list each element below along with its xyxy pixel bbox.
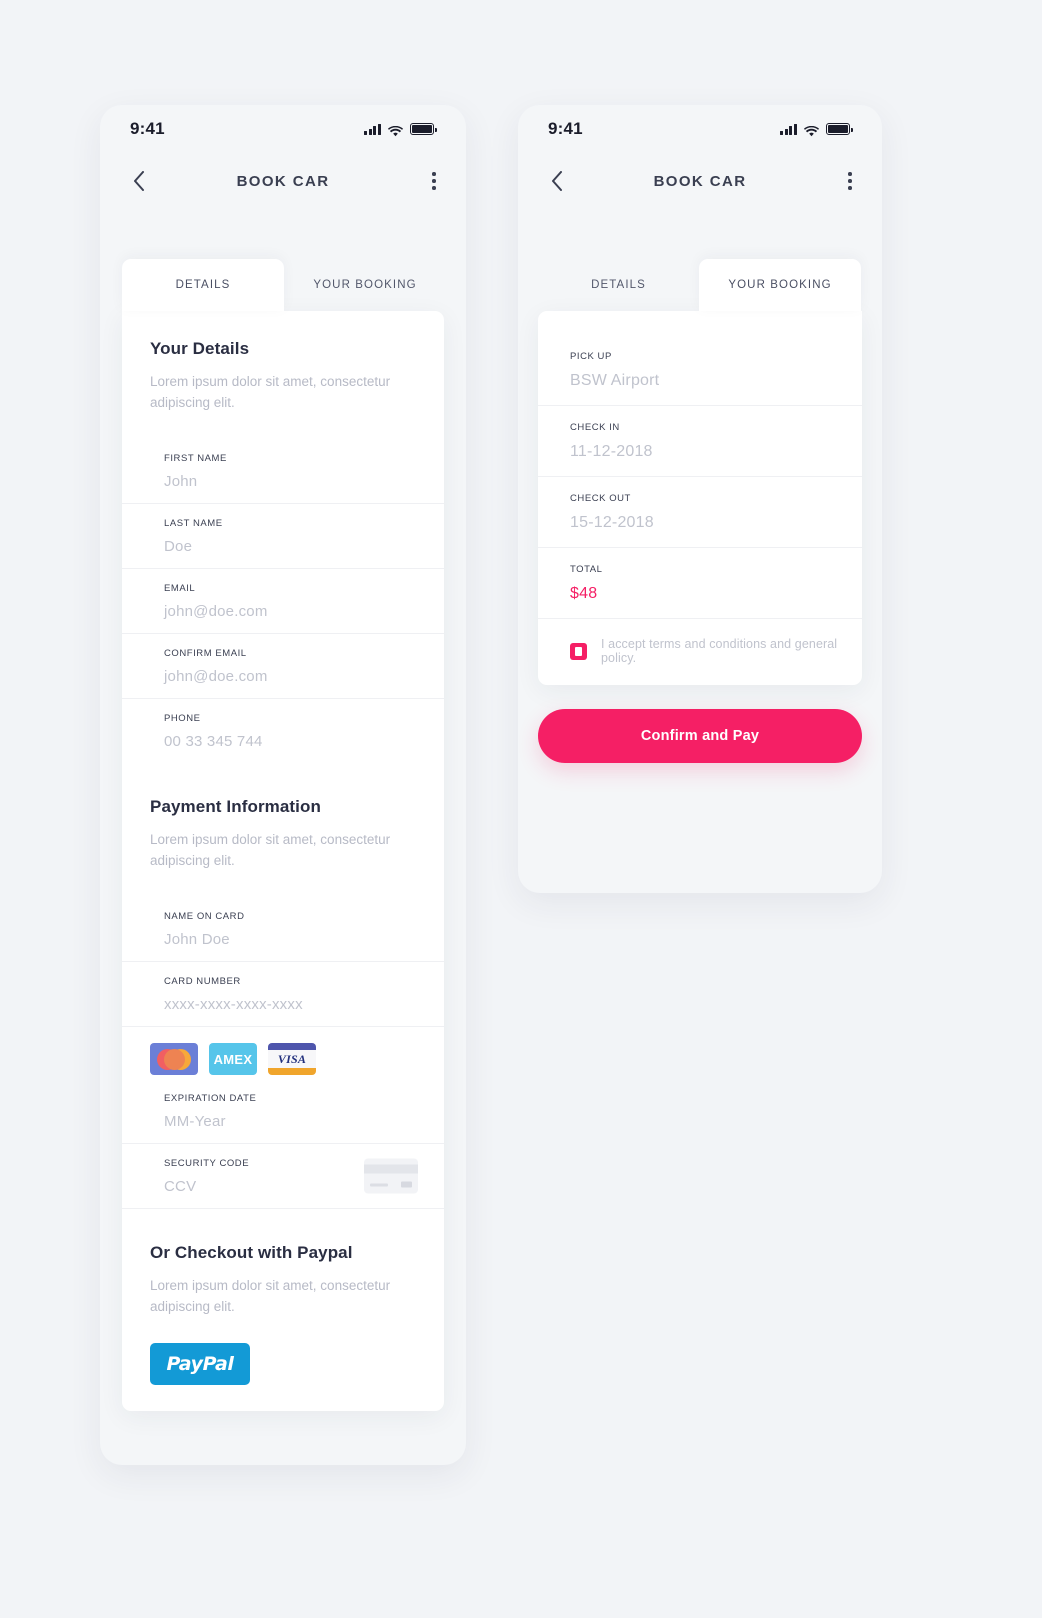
field-check-in[interactable]: CHECK IN 11-12-2018 — [538, 406, 862, 477]
field-label: CONFIRM EMAIL — [164, 648, 247, 659]
terms-checkbox[interactable] — [570, 642, 587, 660]
credit-card-back-icon — [364, 1158, 418, 1194]
terms-label: I accept terms and conditions and genera… — [601, 637, 838, 665]
your-details-subtitle: Lorem ipsum dolor sit amet, consectetur … — [150, 374, 391, 410]
field-value: John — [164, 473, 198, 490]
nav-bar: BOOK CAR — [100, 153, 466, 209]
field-label: CARD NUMBER — [164, 976, 241, 987]
status-bar-icons — [780, 123, 853, 136]
field-value: xxxx-xxxx-xxxx-xxxx — [164, 996, 303, 1013]
field-label: NAME ON CARD — [164, 911, 245, 922]
field-confirm-email[interactable]: CONFIRM EMAIL john@doe.com — [122, 634, 444, 699]
field-label: FIRST NAME — [164, 453, 227, 464]
field-value: 00 33 345 744 — [164, 733, 263, 750]
phone-mockup-booking: 9:41 BOOK CAR DETAILS YOUR BOOKING PICK … — [518, 105, 882, 893]
terms-row: I accept terms and conditions and genera… — [538, 619, 862, 685]
page-title: BOOK CAR — [653, 172, 747, 190]
page-title: BOOK CAR — [236, 172, 330, 190]
back-button[interactable] — [126, 168, 152, 194]
field-phone[interactable]: PHONE 00 33 345 744 — [122, 699, 444, 763]
phone-mockup-details: 9:41 BOOK CAR DETAILS YOUR BOOKING Your … — [100, 105, 466, 1465]
field-value: BSW Airport — [570, 372, 660, 389]
amex-icon[interactable]: AMEX — [209, 1043, 257, 1075]
wifi-icon — [804, 124, 819, 136]
field-value: Doe — [164, 538, 193, 555]
field-label: EMAIL — [164, 583, 196, 594]
details-card: Your Details Lorem ipsum dolor sit amet,… — [122, 311, 444, 1411]
paypal-subtitle: Lorem ipsum dolor sit amet, consectetur … — [150, 1278, 391, 1314]
field-name-on-card[interactable]: NAME ON CARD John Doe — [122, 897, 444, 962]
mastercard-icon[interactable] — [150, 1043, 198, 1075]
signal-bars-icon — [780, 123, 797, 135]
tab-your-booking[interactable]: YOUR BOOKING — [699, 259, 861, 311]
payment-information-heading: Payment Information — [150, 797, 321, 816]
total-amount: $48 — [570, 585, 598, 602]
tab-details[interactable]: DETAILS — [538, 259, 699, 311]
wifi-icon — [388, 124, 403, 136]
field-label: EXPIRATION DATE — [164, 1093, 257, 1104]
field-label: CHECK IN — [570, 422, 620, 433]
tab-details[interactable]: DETAILS — [122, 259, 284, 311]
field-label: PICK UP — [570, 351, 612, 362]
field-total: TOTAL $48 — [538, 548, 862, 619]
field-card-number[interactable]: CARD NUMBER xxxx-xxxx-xxxx-xxxx — [122, 962, 444, 1027]
booking-card: PICK UP BSW Airport CHECK IN 11-12-2018 … — [538, 311, 862, 685]
status-bar-clock: 9:41 — [548, 119, 583, 138]
status-bar: 9:41 — [100, 105, 466, 153]
field-value: john@doe.com — [164, 668, 268, 685]
status-bar-clock: 9:41 — [130, 119, 165, 138]
visa-label: VISA — [277, 1051, 307, 1066]
signal-bars-icon — [364, 123, 381, 135]
field-value: john@doe.com — [164, 603, 268, 620]
paypal-label: PayPal — [166, 1353, 234, 1375]
screenshot-stage: 9:41 BOOK CAR DETAILS YOUR BOOKING Your … — [0, 0, 1042, 1618]
field-pick-up[interactable]: PICK UP BSW Airport — [538, 335, 862, 406]
payment-information-subtitle: Lorem ipsum dolor sit amet, consectetur … — [150, 832, 391, 868]
field-security-code[interactable]: SECURITY CODE CCV — [122, 1144, 444, 1209]
field-check-out[interactable]: CHECK OUT 15-12-2018 — [538, 477, 862, 548]
more-options-button[interactable] — [844, 168, 856, 194]
battery-icon — [410, 123, 437, 135]
paypal-heading: Or Checkout with Paypal — [150, 1243, 353, 1262]
tab-your-booking[interactable]: YOUR BOOKING — [284, 259, 446, 311]
card-brand-list: AMEX VISA — [122, 1027, 444, 1079]
chevron-left-icon — [134, 171, 144, 191]
tab-bar: DETAILS YOUR BOOKING — [100, 259, 466, 311]
field-label: PHONE — [164, 713, 201, 724]
field-value: MM-Year — [164, 1113, 226, 1130]
paypal-checkout-button[interactable]: PayPal — [150, 1343, 250, 1385]
status-bar-icons — [364, 123, 437, 136]
confirm-and-pay-button[interactable]: Confirm and Pay — [538, 709, 862, 763]
battery-icon — [826, 123, 853, 135]
tab-bar: DETAILS YOUR BOOKING — [518, 259, 882, 311]
field-label: CHECK OUT — [570, 493, 631, 504]
more-options-button[interactable] — [428, 168, 440, 194]
field-last-name[interactable]: LAST NAME Doe — [122, 504, 444, 569]
status-bar: 9:41 — [518, 105, 882, 153]
field-first-name[interactable]: FIRST NAME John — [122, 439, 444, 504]
your-details-heading: Your Details — [150, 339, 250, 358]
chevron-left-icon — [552, 171, 562, 191]
back-button[interactable] — [544, 168, 570, 194]
confirm-and-pay-label: Confirm and Pay — [640, 728, 760, 744]
field-email[interactable]: EMAIL john@doe.com — [122, 569, 444, 634]
field-value: 11-12-2018 — [570, 443, 653, 460]
field-expiration-date[interactable]: EXPIRATION DATE MM-Year — [122, 1079, 444, 1144]
field-label: TOTAL — [570, 564, 603, 575]
field-value: 15-12-2018 — [570, 514, 654, 531]
field-label: LAST NAME — [164, 518, 223, 529]
field-value: John Doe — [164, 931, 230, 948]
nav-bar: BOOK CAR — [518, 153, 882, 209]
visa-icon[interactable]: VISA — [268, 1043, 316, 1075]
